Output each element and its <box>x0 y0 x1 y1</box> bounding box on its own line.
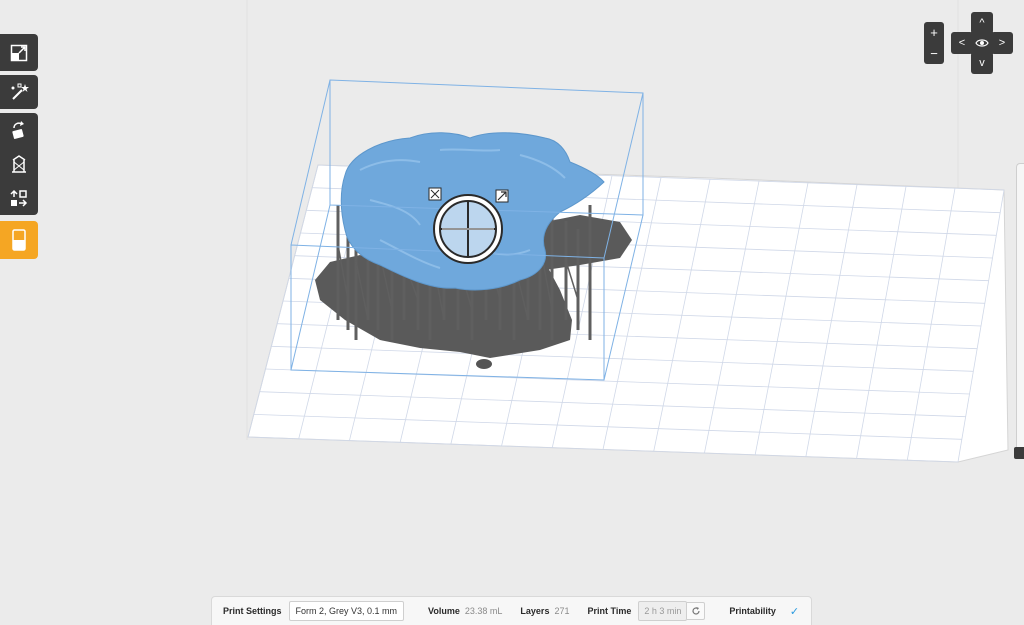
supports-icon <box>12 155 26 173</box>
scale-icon <box>10 44 28 61</box>
side-panel-handle[interactable] <box>1016 163 1024 453</box>
reset-view-button[interactable] <box>971 32 993 54</box>
tool-group-prep <box>0 113 38 215</box>
checkmark-icon: ✓ <box>789 605 800 618</box>
print-time-label: Print Time <box>587 606 632 616</box>
zoom-out-button[interactable]: − <box>930 46 938 61</box>
rotation-gizmo[interactable] <box>433 194 503 264</box>
magic-wand-icon <box>11 83 29 100</box>
chevron-down-icon: v <box>979 57 985 69</box>
view-navigation-pad: ^ v < > <box>951 12 1013 74</box>
layers-label: Layers <box>520 606 550 616</box>
layout-icon <box>10 189 28 207</box>
pan-up-button[interactable]: ^ <box>971 12 993 34</box>
eye-icon <box>975 39 989 47</box>
zoom-control: + − <box>924 22 944 64</box>
zoom-in-button[interactable]: + <box>930 25 938 40</box>
volume-label: Volume <box>428 606 460 616</box>
support-foot <box>476 359 492 369</box>
status-bar: Print Settings Form 2, Grey V3, 0.1 mm V… <box>211 596 812 625</box>
chevron-up-icon: ^ <box>979 17 985 29</box>
volume-value: 23.38 mL <box>464 606 503 616</box>
3d-viewport[interactable] <box>0 0 1024 625</box>
supports-button[interactable] <box>0 147 38 181</box>
printability-label: Printability <box>729 606 776 616</box>
print-settings-label: Print Settings <box>223 606 282 616</box>
layout-button[interactable] <box>0 181 38 215</box>
chevron-right-icon: > <box>998 37 1006 49</box>
print-button[interactable] <box>0 221 38 259</box>
print-time-value: 2 h 3 min <box>638 601 688 621</box>
pan-right-button[interactable]: > <box>991 32 1013 54</box>
tool-group-wand <box>0 75 38 109</box>
scale-handle-icon[interactable] <box>428 187 442 201</box>
print-settings-field[interactable]: Form 2, Grey V3, 0.1 mm <box>288 601 405 621</box>
side-panel-toggle[interactable] <box>1014 447 1024 459</box>
rotate-icon <box>12 121 24 139</box>
chevron-left-icon: < <box>958 37 966 49</box>
pan-down-button[interactable]: v <box>971 52 993 74</box>
tool-group-scale <box>0 34 38 71</box>
pan-left-button[interactable]: < <box>951 32 973 54</box>
scene-canvas[interactable] <box>0 0 1024 625</box>
refresh-print-time-button[interactable] <box>687 602 706 620</box>
magic-wand-button[interactable] <box>0 75 38 109</box>
left-toolbar <box>0 34 38 259</box>
refresh-icon <box>692 607 700 615</box>
scale-button[interactable] <box>0 34 38 71</box>
layers-value: 271 <box>554 606 570 616</box>
move-arrow-icon[interactable] <box>495 189 509 203</box>
print-icon <box>12 229 26 251</box>
orientation-button[interactable] <box>0 113 38 147</box>
